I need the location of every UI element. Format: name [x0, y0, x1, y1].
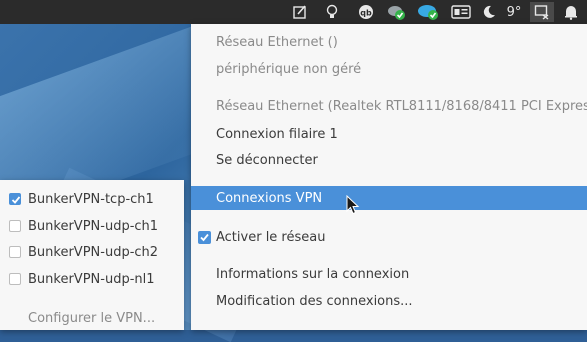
- menu-item-label: Modification des connexions...: [216, 293, 413, 309]
- checkbox-checked-icon[interactable]: [198, 231, 211, 244]
- menu-item-label: Connexion filaire 1: [216, 126, 338, 142]
- vpn-item-udp-ch1[interactable]: BunkerVPN-udp-ch1: [0, 214, 184, 238]
- lightbulb-icon[interactable]: [322, 2, 342, 22]
- vpn-item-udp-ch2[interactable]: BunkerVPN-udp-ch2: [0, 240, 184, 264]
- checkbox-checked-icon[interactable]: [9, 193, 21, 205]
- menu-item-disconnect[interactable]: Se déconnecter: [191, 148, 587, 172]
- top-panel: qb 9°: [0, 0, 587, 24]
- weather-temperature[interactable]: 9°: [501, 2, 527, 22]
- menu-item-label: Informations sur la connexion: [216, 266, 410, 282]
- menu-item-connection-info[interactable]: Informations sur la connexion: [191, 262, 587, 286]
- vpn-configure-item: Configurer le VPN...: [0, 306, 184, 330]
- svg-text:qb: qb: [360, 9, 372, 18]
- id-card-icon[interactable]: [450, 2, 472, 22]
- qbittorrent-icon[interactable]: qb: [356, 2, 376, 22]
- checkbox-unchecked-icon[interactable]: [9, 273, 21, 285]
- menu-item-realtek-header: Réseau Ethernet (Realtek RTL8111/8168/84…: [191, 94, 587, 118]
- menu-item-label: Réseau Ethernet (): [216, 34, 338, 50]
- network-menu: Réseau Ethernet () périphérique non géré…: [191, 24, 587, 330]
- vpn-item-tcp-ch1[interactable]: BunkerVPN-tcp-ch1: [0, 187, 184, 211]
- vpn-item-label: BunkerVPN-udp-nl1: [28, 271, 155, 287]
- vpn-submenu: BunkerVPN-tcp-ch1 BunkerVPN-udp-ch1 Bunk…: [0, 180, 184, 330]
- menu-item-vpn-connections[interactable]: Connexions VPN: [191, 186, 587, 210]
- menu-item-label: Activer le réseau: [216, 229, 326, 245]
- moon-icon[interactable]: [481, 2, 497, 22]
- notification-bell-icon[interactable]: [561, 2, 581, 22]
- menu-item-wired-connection[interactable]: Connexion filaire 1: [191, 122, 587, 146]
- notes-icon[interactable]: [290, 2, 310, 22]
- vpn-item-label: BunkerVPN-udp-ch1: [28, 218, 159, 234]
- menu-item-ethernet-header: Réseau Ethernet (): [191, 30, 587, 54]
- menu-item-enable-network[interactable]: Activer le réseau: [191, 225, 587, 249]
- menu-item-label: Se déconnecter: [216, 152, 318, 168]
- vpn-item-label: BunkerVPN-tcp-ch1: [28, 191, 154, 207]
- menu-item-unmanaged-device: périphérique non géré: [191, 57, 587, 81]
- menu-item-label: Connexions VPN: [216, 190, 323, 206]
- checkbox-unchecked-icon[interactable]: [9, 246, 21, 258]
- sync-cloud-icon[interactable]: [385, 2, 407, 22]
- menu-item-label: périphérique non géré: [216, 61, 362, 77]
- mouse-cursor-icon: [346, 194, 360, 219]
- cloud-check-icon[interactable]: [415, 2, 441, 22]
- vpn-item-label: Configurer le VPN...: [28, 310, 156, 326]
- vpn-item-udp-nl1[interactable]: BunkerVPN-udp-nl1: [0, 267, 184, 291]
- menu-item-edit-connections[interactable]: Modification des connexions...: [191, 289, 587, 313]
- menu-item-label: Réseau Ethernet (Realtek RTL8111/8168/84…: [216, 98, 587, 114]
- checkbox-unchecked-icon[interactable]: [9, 220, 21, 232]
- vpn-item-label: BunkerVPN-udp-ch2: [28, 244, 159, 260]
- network-icon[interactable]: [530, 2, 554, 22]
